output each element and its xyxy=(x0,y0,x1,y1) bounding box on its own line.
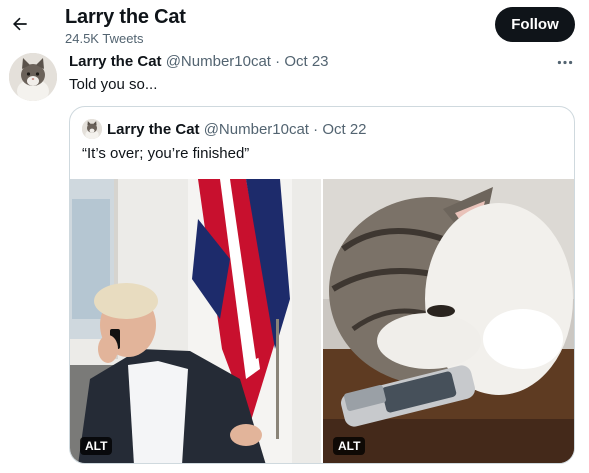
avatar[interactable] xyxy=(9,53,57,101)
media-photo-right[interactable]: ALT xyxy=(323,179,574,463)
cat-avatar-image xyxy=(82,119,102,139)
separator-dot: · xyxy=(275,53,281,70)
tweet-author-name[interactable]: Larry the Cat xyxy=(69,53,162,70)
follow-button[interactable]: Follow xyxy=(495,7,575,42)
quoted-avatar xyxy=(82,119,102,139)
tweet-author-handle[interactable]: @Number10cat xyxy=(166,53,271,70)
tweet-count: 24.5K Tweets xyxy=(65,31,144,46)
tweet-text: Told you so... xyxy=(69,76,158,93)
quoted-tweet-card[interactable]: Larry the Cat @Number10cat · Oct 22 “It’… xyxy=(69,106,575,464)
quoted-date: Oct 22 xyxy=(322,121,367,138)
separator-dot: · xyxy=(313,121,319,138)
photo-cat-with-phone xyxy=(323,179,574,463)
arrow-left-icon xyxy=(13,17,27,31)
alt-badge[interactable]: ALT xyxy=(333,437,366,455)
quoted-author-name: Larry the Cat xyxy=(107,121,200,138)
media-photo-left[interactable]: ALT xyxy=(70,179,321,463)
tweet-date[interactable]: Oct 23 xyxy=(284,53,328,70)
cat-avatar-image xyxy=(9,53,57,101)
photo-man-with-phone xyxy=(70,179,321,463)
quoted-tweet-text: “It’s over; you’re finished” xyxy=(82,145,250,162)
alt-badge[interactable]: ALT xyxy=(80,437,113,455)
profile-name: Larry the Cat xyxy=(65,6,186,28)
tweet-author-line: Larry the Cat @Number10cat · Oct 23 xyxy=(69,53,329,70)
quoted-author-line: Larry the Cat @Number10cat · Oct 22 xyxy=(107,121,367,138)
profile-header: Larry the Cat 24.5K Tweets Follow xyxy=(0,0,589,48)
more-options-button[interactable] xyxy=(555,54,575,70)
more-horizontal-icon xyxy=(557,60,573,64)
back-button[interactable] xyxy=(8,12,32,36)
quoted-author-handle: @Number10cat xyxy=(203,121,309,138)
